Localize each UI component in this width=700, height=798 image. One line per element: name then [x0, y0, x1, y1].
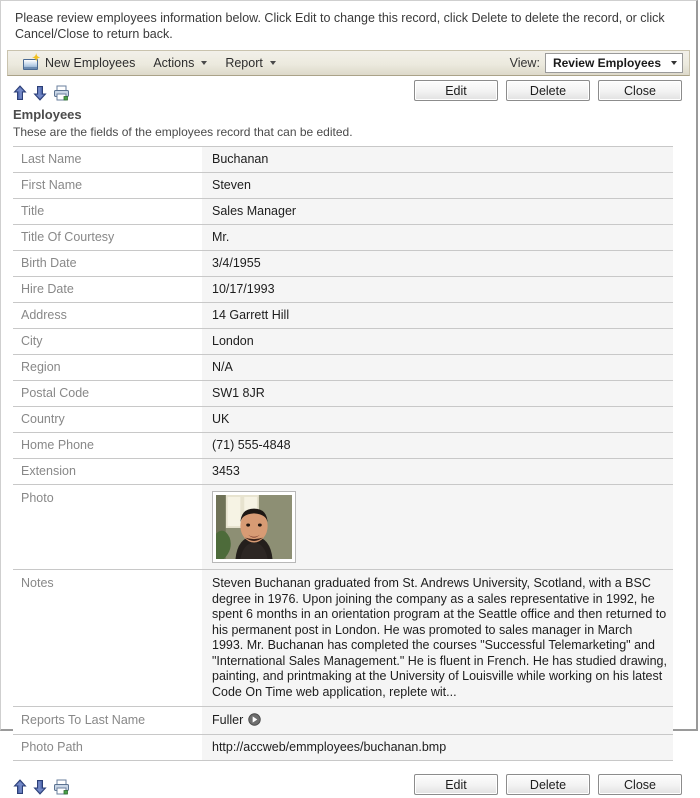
- field-row: Reports To Last Name Fuller: [13, 706, 673, 735]
- close-button[interactable]: Close: [598, 80, 682, 101]
- field-row: Birth Date 3/4/1955: [13, 250, 673, 277]
- field-label: Reports To Last Name: [13, 706, 202, 735]
- bottom-command-row: Edit Delete Close: [1, 770, 696, 797]
- employee-photo: [212, 491, 296, 563]
- field-label: Postal Code: [13, 380, 202, 407]
- actions-label: Actions: [153, 56, 195, 70]
- field-label: Country: [13, 406, 202, 433]
- field-label: Photo Path: [13, 734, 202, 761]
- field-row: Region N/A: [13, 354, 673, 381]
- field-label: Title Of Courtesy: [13, 224, 202, 251]
- printer-icon[interactable]: [53, 85, 71, 101]
- field-value: Mr.: [202, 224, 673, 251]
- field-value: London: [202, 328, 673, 355]
- new-record-icon: ✦: [23, 54, 40, 70]
- field-label: Birth Date: [13, 250, 202, 277]
- field-row: Notes Steven Buchanan graduated from St. …: [13, 569, 673, 707]
- lookup-arrow-icon[interactable]: [243, 713, 261, 727]
- field-value: N/A: [202, 354, 673, 381]
- edit-button[interactable]: Edit: [414, 80, 498, 101]
- field-label: Hire Date: [13, 276, 202, 303]
- field-row: Photo: [13, 484, 673, 570]
- field-row: Title Of Courtesy Mr.: [13, 224, 673, 251]
- arrow-up-icon[interactable]: [13, 85, 27, 101]
- top-button-group: Edit Delete Close: [414, 80, 682, 101]
- view-selector-group: View: Review Employees: [510, 53, 683, 73]
- field-row: Last Name Buchanan: [13, 146, 673, 173]
- chevron-down-icon: [201, 61, 208, 65]
- arrow-up-icon[interactable]: [13, 779, 27, 795]
- field-row: Photo Path http://accweb/emmployees/bucha…: [13, 734, 673, 761]
- close-button[interactable]: Close: [598, 774, 682, 795]
- field-row: Extension 3453: [13, 458, 673, 485]
- view-select[interactable]: Review Employees: [544, 53, 683, 73]
- field-value: (71) 555-4848: [202, 432, 673, 459]
- field-row: Home Phone (71) 555-4848: [13, 432, 673, 459]
- actions-menu[interactable]: Actions: [144, 52, 216, 74]
- report-menu[interactable]: Report: [216, 52, 285, 74]
- field-label: City: [13, 328, 202, 355]
- field-row: Title Sales Manager: [13, 198, 673, 225]
- delete-button[interactable]: Delete: [506, 774, 590, 795]
- top-command-row: Edit Delete Close: [1, 76, 696, 103]
- field-row: Address 14 Garrett Hill: [13, 302, 673, 329]
- reports-to-value: Fuller: [212, 713, 244, 727]
- field-row: City London: [13, 328, 673, 355]
- field-value: Buchanan: [202, 146, 673, 173]
- view-select-value: Review Employees: [552, 56, 661, 70]
- field-value: Steven Buchanan graduated from St. Andre…: [202, 569, 673, 707]
- page-subtitle: These are the fields of the employees re…: [13, 125, 353, 139]
- field-label: Home Phone: [13, 432, 202, 459]
- printer-icon[interactable]: [53, 779, 71, 795]
- arrow-down-icon[interactable]: [33, 779, 47, 795]
- bottom-button-group: Edit Delete Close: [414, 774, 682, 795]
- field-value: [202, 484, 673, 570]
- field-row: Country UK: [13, 406, 673, 433]
- record-review-page: Please review employees information belo…: [0, 0, 698, 795]
- chevron-down-icon: [269, 61, 276, 65]
- field-row: Postal Code SW1 8JR: [13, 380, 673, 407]
- field-label: Region: [13, 354, 202, 381]
- field-value: 3/4/1955: [202, 250, 673, 277]
- field-label: First Name: [13, 172, 202, 199]
- delete-button[interactable]: Delete: [506, 80, 590, 101]
- record-field-table: Last Name Buchanan First Name Steven Title Sa…: [13, 146, 673, 761]
- field-label: Notes: [13, 569, 202, 707]
- field-value: Steven: [202, 172, 673, 199]
- field-label: Photo: [13, 484, 202, 570]
- field-value: Sales Manager: [202, 198, 673, 225]
- action-toolbar: ✦ New Employees Actions Report View: Rev…: [7, 50, 690, 76]
- chevron-down-icon: [671, 61, 677, 65]
- field-row: Hire Date 10/17/1993: [13, 276, 673, 303]
- instruction-text: Please review employees information belo…: [15, 11, 665, 41]
- field-label: Extension: [13, 458, 202, 485]
- field-label: Address: [13, 302, 202, 329]
- record-nav-icons: [13, 85, 71, 101]
- field-value: 3453: [202, 458, 673, 485]
- field-value: 14 Garrett Hill: [202, 302, 673, 329]
- new-employees-label: New Employees: [45, 56, 136, 70]
- field-row: First Name Steven: [13, 172, 673, 199]
- edit-button[interactable]: Edit: [414, 774, 498, 795]
- report-label: Report: [225, 56, 263, 70]
- record-nav-icons-bottom: [13, 779, 71, 795]
- field-label: Title: [13, 198, 202, 225]
- page-title: Employees: [13, 107, 82, 122]
- notes-text: Steven Buchanan graduated from St. Andre…: [212, 576, 667, 699]
- new-employees-button[interactable]: ✦ New Employees: [14, 52, 144, 74]
- field-value: SW1 8JR: [202, 380, 673, 407]
- field-label: Last Name: [13, 146, 202, 173]
- view-label: View:: [509, 56, 540, 70]
- field-value: http://accweb/emmployees/buchanan.bmp: [202, 734, 673, 761]
- field-value: 10/17/1993: [202, 276, 673, 303]
- arrow-down-icon[interactable]: [33, 85, 47, 101]
- field-value: Fuller: [202, 706, 673, 735]
- field-value: UK: [202, 406, 673, 433]
